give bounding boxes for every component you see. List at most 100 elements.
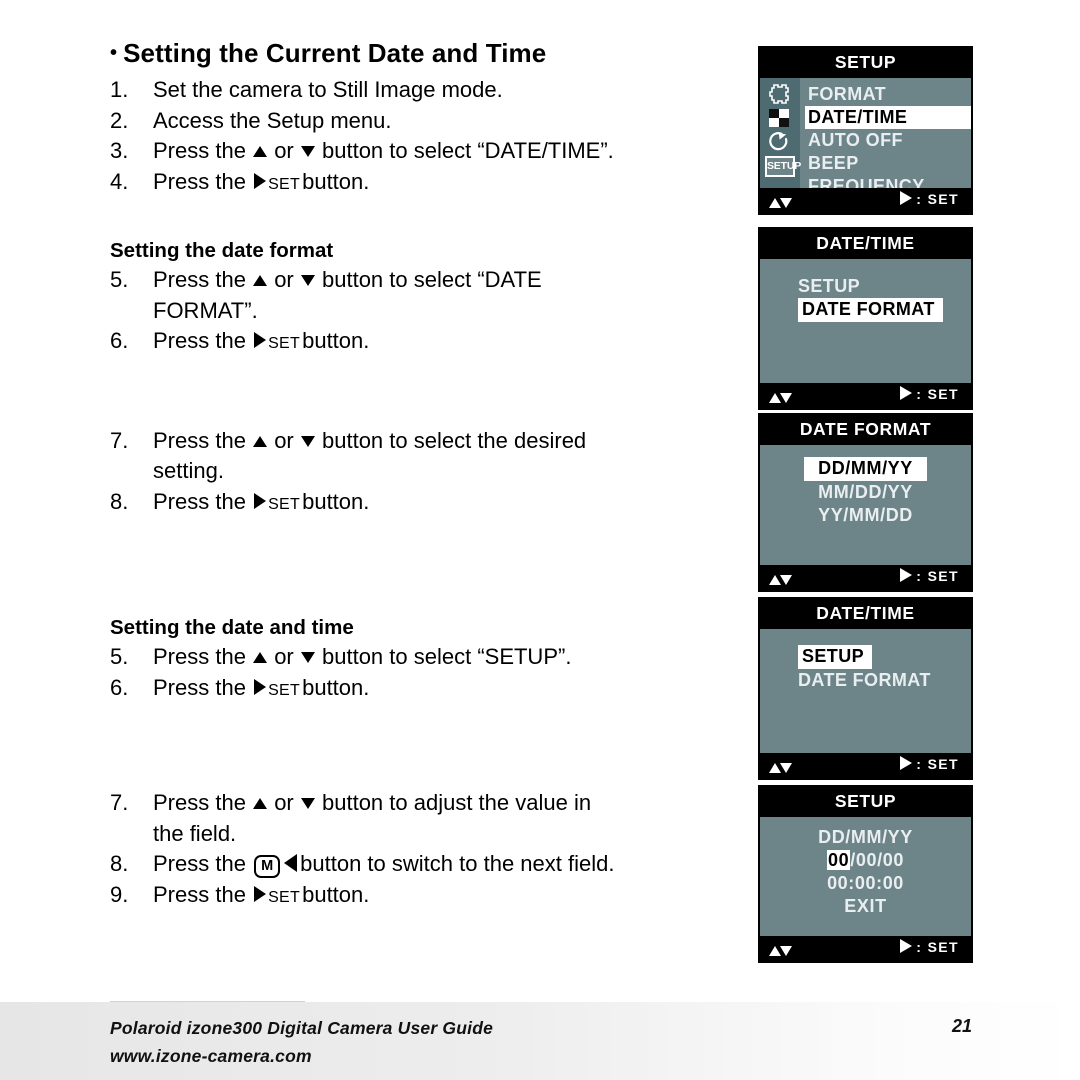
step-number: 3. xyxy=(110,138,129,163)
step-text: Set the camera to Still Image mode. xyxy=(153,77,503,102)
menu-item-beep[interactable]: BEEP xyxy=(806,152,971,175)
menu-item-format[interactable]: FORMAT xyxy=(806,83,971,106)
step-text-or: or xyxy=(274,644,294,669)
step-text-continued: FORMAT”. xyxy=(153,297,258,323)
updown-arrows-icon xyxy=(769,760,792,778)
step-text: Press the xyxy=(153,488,246,514)
step-text: button to select “DATE/TIME”. xyxy=(322,138,614,163)
date-format-line: DD/MM/YY xyxy=(818,827,913,847)
lcd-panel-datetime-dateformat: DATE/TIME SETUP DATE FORMAT : SET xyxy=(758,227,973,410)
step-text: button. xyxy=(302,881,370,907)
list-item: 8. Press the SETbutton. xyxy=(110,487,760,521)
page-title-text: Setting the Current Date and Time xyxy=(123,38,547,68)
resolution-icon[interactable] xyxy=(767,83,793,105)
option-yy-mm-dd[interactable]: YY/MM/DD xyxy=(760,504,971,527)
self-timer-icon[interactable] xyxy=(767,131,793,153)
menu-item-date-format[interactable]: DATE FORMAT xyxy=(798,669,971,692)
down-arrow-icon xyxy=(300,146,315,157)
step-text: Press the xyxy=(153,881,246,907)
date-value-row[interactable]: 00/00/00 xyxy=(760,849,971,872)
step-text: button to adjust the value in xyxy=(322,790,592,815)
step-text: Press the xyxy=(153,674,246,700)
step-text-or: or xyxy=(274,790,294,815)
menu-item-setup[interactable]: SETUP xyxy=(798,275,971,298)
date-format-step-list: 5. Press the or button to select “DATE FO… xyxy=(110,265,760,360)
date-field-selected[interactable]: 00 xyxy=(827,850,851,870)
step-text: Press the xyxy=(153,138,246,163)
lcd-menu-list: FORMAT DATE/TIME AUTO OFF BEEP FREQUENCY xyxy=(800,78,971,196)
step-number: 7. xyxy=(110,790,129,815)
lcd-title: SETUP xyxy=(760,787,971,817)
menu-item-date-time[interactable]: DATE/TIME xyxy=(805,106,971,129)
up-arrow-icon xyxy=(253,652,268,663)
menu-item-setup[interactable]: SETUP xyxy=(798,645,873,669)
step-text-or: or xyxy=(274,427,294,453)
step-text: Press the xyxy=(153,851,246,876)
menu-item-date-format[interactable]: DATE FORMAT xyxy=(798,298,943,322)
list-item: 4. Press the SETbutton. xyxy=(110,167,760,201)
set-label: SET xyxy=(268,681,301,699)
set-label: SET xyxy=(268,335,301,352)
set-label: SET xyxy=(268,495,301,513)
lcd-panel-datetime-setup: DATE/TIME SETUP DATE FORMAT : SET xyxy=(758,597,973,780)
lcd-footer-bar: : SET xyxy=(760,565,971,590)
lcd-panel-date-format-options: DATE FORMAT DD/MM/YY MM/DD/YY YY/MM/DD :… xyxy=(758,413,973,592)
page-number: 21 xyxy=(951,1016,972,1036)
down-arrow-icon xyxy=(300,275,315,286)
step-number: 7. xyxy=(110,427,129,453)
updown-arrows-icon xyxy=(769,195,792,213)
down-arrow-icon xyxy=(300,798,315,809)
lcd-icon-rail: SETUP xyxy=(760,78,802,188)
step-text-or: or xyxy=(274,138,294,163)
lcd-menu-list: SETUP DATE FORMAT xyxy=(760,275,971,322)
step-number: 6. xyxy=(110,674,129,700)
lcd-footer-bar: : SET xyxy=(760,383,971,408)
mode-button-icon: M xyxy=(254,855,281,878)
instructions-column: • Setting the Current Date and Time 1. Set… xyxy=(110,38,760,913)
list-item: 6. Press the SETbutton. xyxy=(110,673,760,707)
time-value-row[interactable]: 00:00:00 xyxy=(760,872,971,895)
down-arrow-icon xyxy=(300,435,315,447)
option-dd-mm-yy[interactable]: DD/MM/YY xyxy=(804,457,927,481)
option-mm-dd-yy[interactable]: MM/DD/YY xyxy=(760,481,971,504)
date-time-step-list: 5. Press the or button to select “SETUP”.… xyxy=(110,642,760,706)
footer-divider xyxy=(110,1001,305,1002)
menu-item-auto-off[interactable]: AUTO OFF xyxy=(806,129,971,152)
lcd-title: DATE FORMAT xyxy=(760,415,971,445)
footer-url[interactable]: www.izone-camera.com xyxy=(110,1046,312,1067)
right-arrow-icon xyxy=(254,678,267,695)
date-format-step-list-2: 7. Press the or button to select the desi… xyxy=(110,426,760,521)
exit-item[interactable]: EXIT xyxy=(760,895,971,918)
lcd-footer-bar: : SET xyxy=(760,936,971,961)
step-text-continued: setting. xyxy=(153,458,224,483)
list-item: 6. Press the SETbutton. xyxy=(110,326,760,360)
step-text: Press the xyxy=(153,790,246,815)
right-arrow-icon xyxy=(900,939,913,953)
setup-tab-label: SETUP xyxy=(767,160,802,172)
set-label: SET xyxy=(268,175,301,193)
step-text: Press the xyxy=(153,328,246,353)
right-arrow-icon xyxy=(254,332,267,348)
step-number: 4. xyxy=(110,168,129,194)
date-field-rest[interactable]: /00/00 xyxy=(850,850,904,870)
step-number: 8. xyxy=(110,488,129,514)
step-text: button to switch to the next field. xyxy=(300,851,615,876)
footer-guide-title: Polaroid izone300 Digital Camera User Gu… xyxy=(110,1018,494,1038)
set-label: SET xyxy=(268,888,301,906)
setup-tab-icon[interactable]: SETUP xyxy=(765,156,802,177)
step-number: 6. xyxy=(110,328,129,353)
intro-step-list: 1. Set the camera to Still Image mode. 2.… xyxy=(110,75,760,200)
list-item: 8. Press the Mbutton to switch to the nex… xyxy=(110,849,760,880)
quality-checker-icon[interactable] xyxy=(767,108,793,128)
list-item: 7. Press the or button to select the desi… xyxy=(110,426,760,487)
step-number: 8. xyxy=(110,851,129,876)
down-arrow-icon xyxy=(300,652,315,663)
lcd-body: DD/MM/YY 00/00/00 00:00:00 EXIT xyxy=(760,817,971,936)
left-arrow-icon xyxy=(284,854,298,872)
updown-arrows-icon xyxy=(769,943,792,961)
list-item: 9. Press the SETbutton. xyxy=(110,880,760,914)
step-text: button. xyxy=(302,168,370,194)
step-text: button to select the desired xyxy=(322,427,587,453)
updown-arrows-icon xyxy=(769,572,792,590)
